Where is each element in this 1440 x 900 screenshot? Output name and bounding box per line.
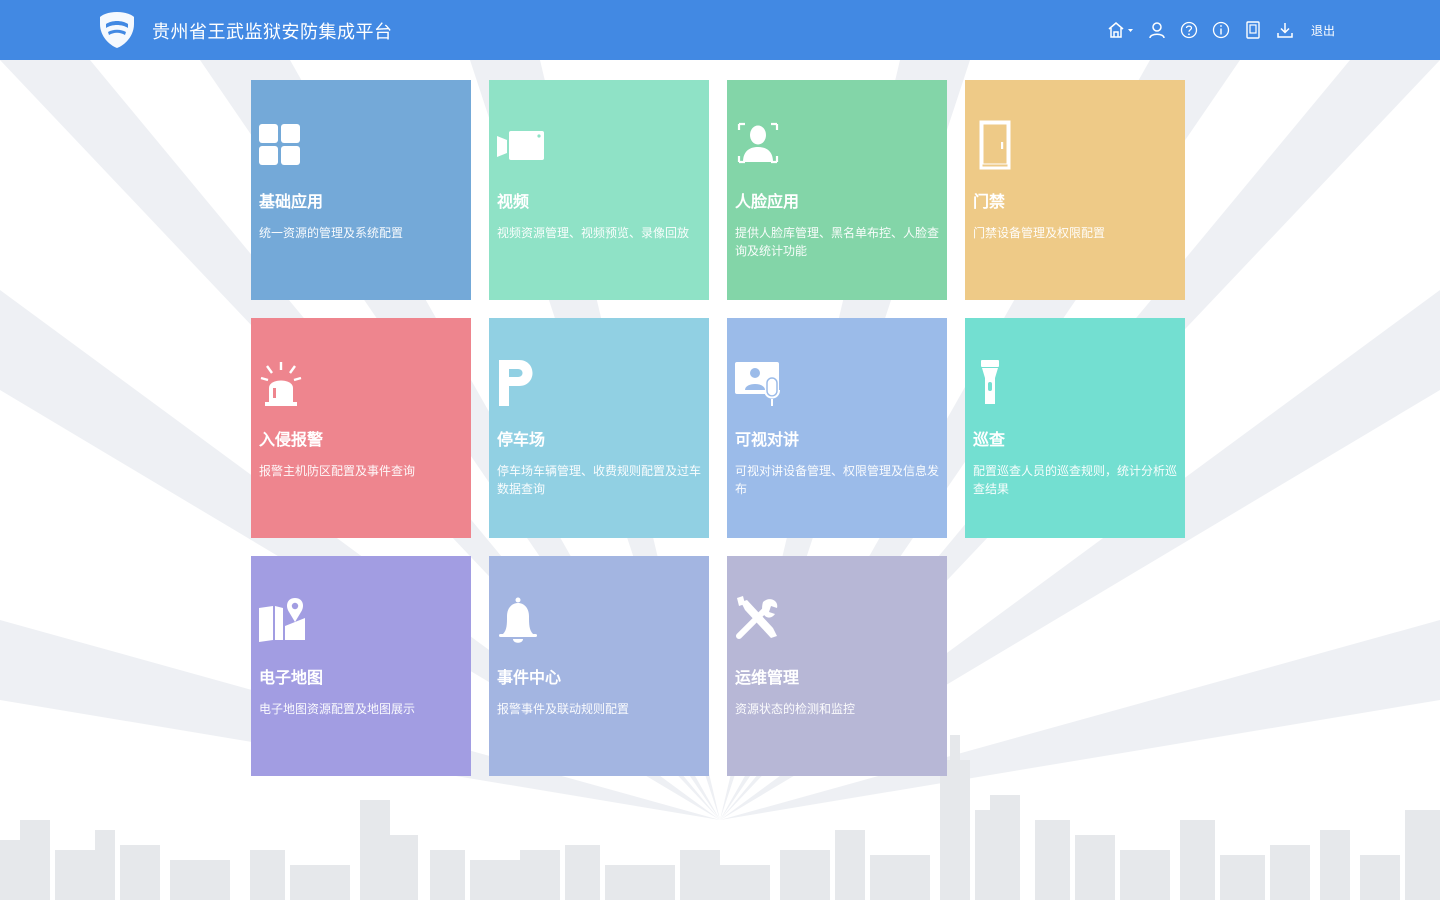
- tile-description: 提供人脸库管理、黑名单布控、人脸查询及统计功能: [735, 226, 940, 258]
- user-button[interactable]: [1145, 18, 1169, 42]
- download-button[interactable]: [1273, 18, 1297, 42]
- tile-title: 事件中心: [497, 668, 562, 687]
- video-camera-icon: [497, 131, 544, 160]
- tile-patrol[interactable]: 巡查 配置巡查人员的巡查规则，统计分析巡查结果: [965, 318, 1185, 538]
- tile-operations[interactable]: 运维管理 资源状态的检测和监控: [727, 556, 947, 776]
- app-tile-grid: 基础应用 统一资源的管理及系统配置 视频 视频资源管理、视频预览、录像回放 人脸…: [251, 80, 1185, 776]
- tile-parking[interactable]: 停车场 停车场车辆管理、收费规则配置及过车数据查询: [489, 318, 709, 538]
- app-title: 贵州省王武监狱安防集成平台: [152, 22, 393, 43]
- tile-basic-apps[interactable]: 基础应用 统一资源的管理及系统配置: [251, 80, 471, 300]
- help-button[interactable]: [1177, 18, 1201, 42]
- tile-title: 入侵报警: [259, 430, 324, 449]
- flashlight-icon: [981, 360, 999, 404]
- tile-description: 统一资源的管理及系统配置: [259, 226, 404, 240]
- shield-logo-icon: [100, 12, 134, 48]
- map-icon: [259, 598, 305, 642]
- user-icon: [1149, 22, 1165, 39]
- home-menu-button[interactable]: [1105, 18, 1137, 42]
- tile-face-apps[interactable]: 人脸应用 提供人脸库管理、黑名单布控、人脸查询及统计功能: [727, 80, 947, 300]
- logout-button[interactable]: 退出: [1311, 22, 1335, 39]
- info-icon: [1212, 21, 1230, 39]
- tile-description: 门禁设备管理及权限配置: [973, 226, 1106, 240]
- tile-description: 配置巡查人员的巡查规则，统计分析巡查结果: [973, 464, 1178, 496]
- tile-title: 可视对讲: [735, 430, 800, 449]
- manual-button[interactable]: [1241, 18, 1265, 42]
- tile-description: 电子地图资源配置及地图展示: [259, 702, 416, 716]
- info-button[interactable]: [1209, 18, 1233, 42]
- bell-icon: [499, 597, 537, 643]
- book-icon: [1246, 21, 1260, 39]
- tile-video[interactable]: 视频 视频资源管理、视频预览、录像回放: [489, 80, 709, 300]
- tile-title: 停车场: [497, 430, 546, 449]
- tile-electronic-map[interactable]: 电子地图 电子地图资源配置及地图展示: [251, 556, 471, 776]
- download-icon: [1277, 23, 1293, 38]
- tile-intrusion-alarm[interactable]: 入侵报警 报警主机防区配置及事件查询: [251, 318, 471, 538]
- tile-description: 报警事件及联动规则配置: [497, 702, 630, 716]
- tile-title: 巡查: [973, 430, 1006, 449]
- header-toolbar: 退出: [1105, 18, 1335, 42]
- face-recognition-icon: [737, 122, 779, 164]
- tile-description: 视频资源管理、视频预览、录像回放: [497, 226, 690, 240]
- tile-description: 停车场车辆管理、收费规则配置及过车数据查询: [497, 464, 702, 496]
- tile-description: 可视对讲设备管理、权限管理及信息发布: [735, 464, 940, 496]
- parking-icon: [499, 360, 533, 406]
- tile-description: 报警主机防区配置及事件查询: [259, 464, 416, 478]
- alarm-light-icon: [260, 362, 302, 406]
- tile-title: 视频: [497, 192, 530, 211]
- tile-title: 门禁: [973, 192, 1006, 211]
- tile-description: 资源状态的检测和监控: [735, 702, 856, 716]
- top-bar: 贵州省王武监狱安防集成平台 退出: [0, 0, 1440, 60]
- tile-title: 电子地图: [259, 668, 324, 687]
- tile-event-center[interactable]: 事件中心 报警事件及联动规则配置: [489, 556, 709, 776]
- tools-icon: [736, 596, 778, 639]
- tile-title: 基础应用: [259, 192, 324, 211]
- door-icon: [979, 120, 1011, 170]
- tile-title: 人脸应用: [735, 192, 800, 211]
- home-icon: [1108, 22, 1133, 38]
- help-icon: [1180, 21, 1198, 39]
- tile-video-intercom[interactable]: 可视对讲 可视对讲设备管理、权限管理及信息发布: [727, 318, 947, 538]
- tile-access-control[interactable]: 门禁 门禁设备管理及权限配置: [965, 80, 1185, 300]
- tile-title: 运维管理: [735, 668, 800, 687]
- intercom-icon: [735, 362, 780, 406]
- grid-icon: [259, 124, 300, 165]
